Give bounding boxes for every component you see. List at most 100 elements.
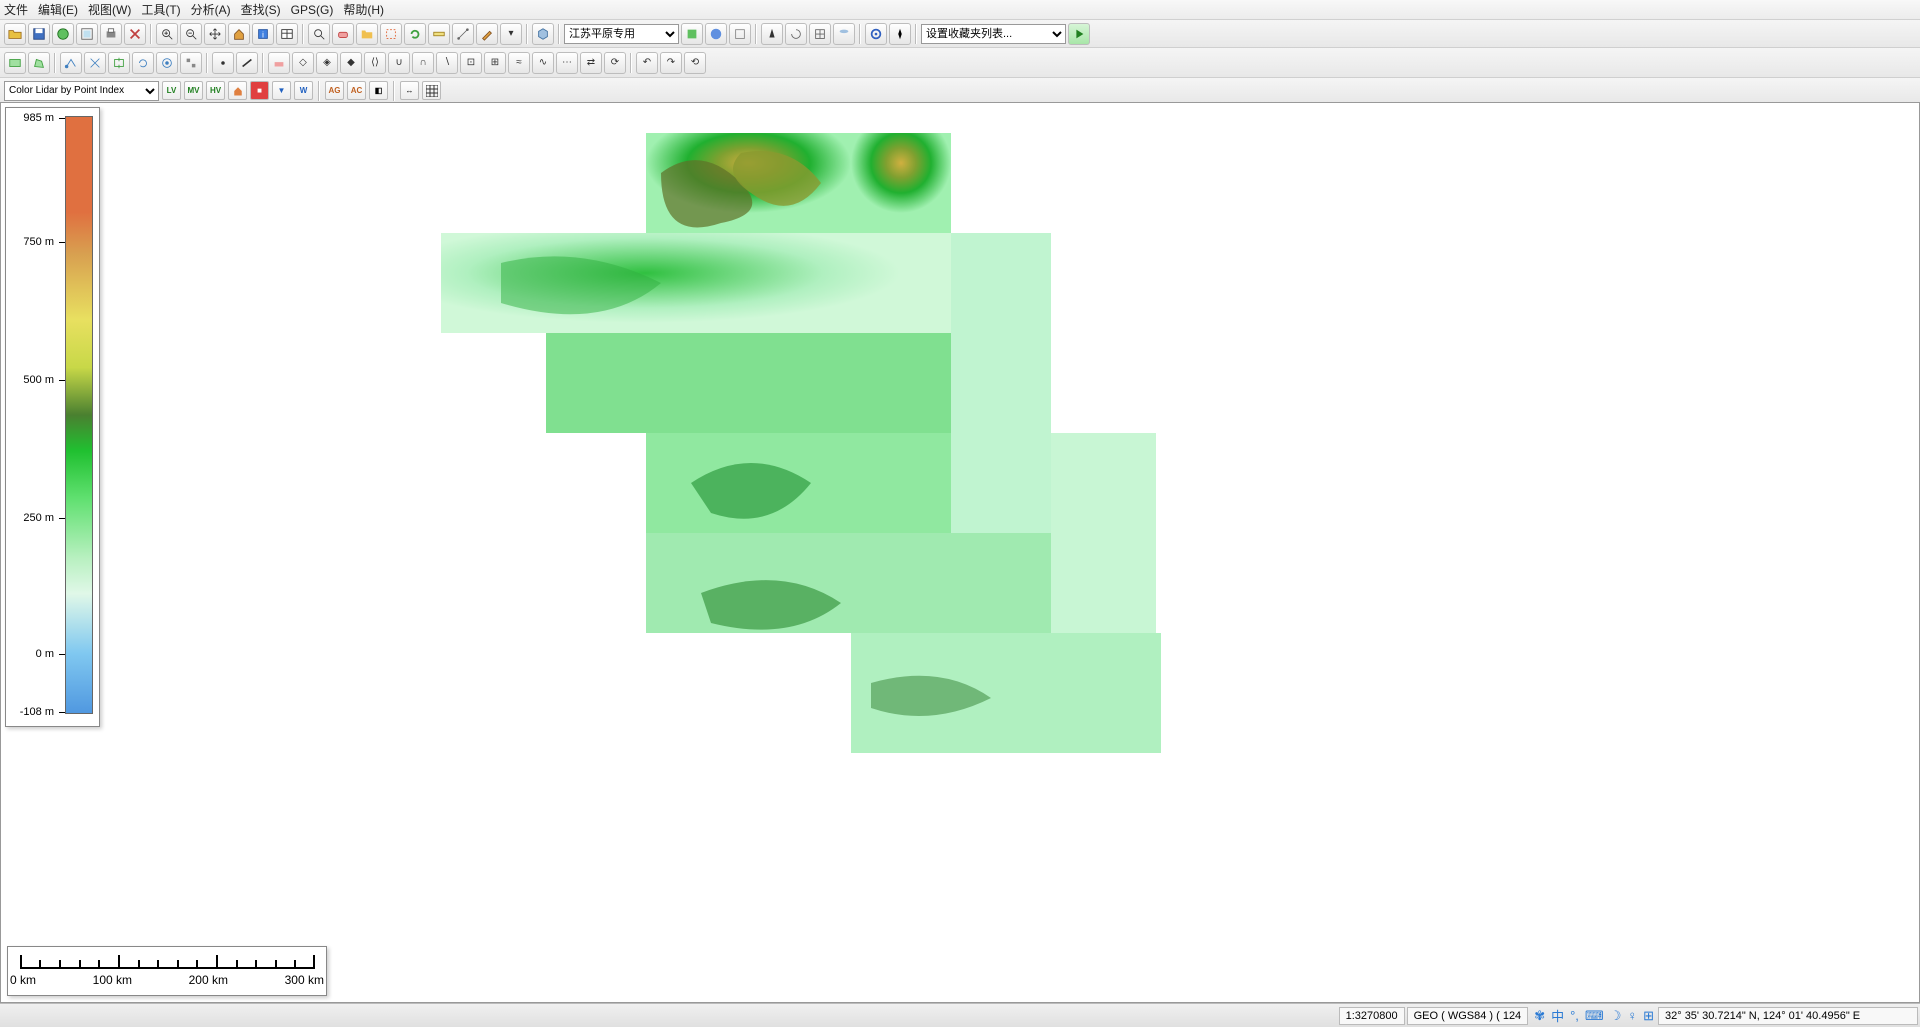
separator xyxy=(755,24,757,44)
layers-button[interactable] xyxy=(76,23,98,45)
separator xyxy=(393,81,395,101)
lidar-filter-button[interactable]: ▼ xyxy=(272,81,291,100)
data-button[interactable] xyxy=(833,23,855,45)
network-button[interactable] xyxy=(729,23,751,45)
ruler-button[interactable] xyxy=(428,23,450,45)
offset-button[interactable]: ⟨⟩ xyxy=(364,52,386,74)
save-button[interactable] xyxy=(28,23,50,45)
w-button[interactable]: W xyxy=(294,81,313,100)
union-button[interactable]: ∪ xyxy=(388,52,410,74)
paw-icon[interactable]: ✾ xyxy=(1534,1008,1545,1024)
cut-button[interactable] xyxy=(124,23,146,45)
refresh-button[interactable] xyxy=(404,23,426,45)
print-button[interactable] xyxy=(100,23,122,45)
ag-button[interactable]: AG xyxy=(325,81,344,100)
map-view[interactable]: 985 m 750 m 500 m 250 m 0 m -108 m xyxy=(0,102,1920,1003)
intersect-button[interactable]: ∩ xyxy=(412,52,434,74)
3d-button[interactable] xyxy=(532,23,554,45)
erase-button[interactable] xyxy=(332,23,354,45)
undo-button[interactable]: ↶ xyxy=(636,52,658,74)
grid-button[interactable] xyxy=(809,23,831,45)
home-button[interactable] xyxy=(228,23,250,45)
north-button[interactable] xyxy=(761,23,783,45)
select-poly-button[interactable] xyxy=(28,52,50,74)
zoom-out-button[interactable] xyxy=(180,23,202,45)
lv-button[interactable]: LV xyxy=(162,81,181,100)
globe-button[interactable] xyxy=(52,23,74,45)
subtract-button[interactable]: ∖ xyxy=(436,52,458,74)
trace1-button[interactable]: ◇ xyxy=(292,52,314,74)
separator xyxy=(262,53,264,73)
buffer-button[interactable] xyxy=(156,52,178,74)
rotate-button[interactable] xyxy=(785,23,807,45)
convert-button[interactable]: ⇄ xyxy=(580,52,602,74)
grid-icon[interactable]: ⊞ xyxy=(1643,1008,1654,1024)
smooth-button[interactable]: ∿ xyxy=(532,52,554,74)
punct-icon[interactable]: °, xyxy=(1570,1008,1579,1023)
revert-button[interactable]: ⟲ xyxy=(684,52,706,74)
trace3-button[interactable]: ◆ xyxy=(340,52,362,74)
compass-button[interactable] xyxy=(889,23,911,45)
measure-button[interactable] xyxy=(452,23,474,45)
dropdown-button[interactable]: ▾ xyxy=(500,23,522,45)
simplify-button[interactable]: ≈ xyxy=(508,52,530,74)
pencil-button[interactable] xyxy=(476,23,498,45)
menu-help[interactable]: 帮助(H) xyxy=(343,1,384,18)
redo-button[interactable]: ↷ xyxy=(660,52,682,74)
legend-label: 0 m xyxy=(10,648,54,660)
select-rect-button[interactable] xyxy=(4,52,26,74)
ac-button[interactable]: AC xyxy=(347,81,366,100)
lidar-expand-button[interactable]: ↔ xyxy=(400,81,419,100)
menu-bar: 文件 编辑(E) 视图(W) 工具(T) 分析(A) 查找(S) GPS(G) … xyxy=(0,0,1920,20)
edit-vertex-button[interactable] xyxy=(60,52,82,74)
moon-icon[interactable]: ☽ xyxy=(1610,1008,1622,1024)
rotate-feat-button[interactable] xyxy=(132,52,154,74)
pan-button[interactable] xyxy=(204,23,226,45)
split-button[interactable] xyxy=(84,52,106,74)
lidar-clip-button[interactable]: ◧ xyxy=(369,81,388,100)
menu-tools[interactable]: 工具(T) xyxy=(141,1,180,18)
menu-view[interactable]: 视图(W) xyxy=(88,1,131,18)
trace2-button[interactable]: ◈ xyxy=(316,52,338,74)
lidar-rec-button[interactable]: ■ xyxy=(250,81,269,100)
play-button[interactable] xyxy=(1068,23,1090,45)
reshape-button[interactable]: ⟳ xyxy=(604,52,626,74)
scale-label: 100 km xyxy=(93,973,132,987)
menu-analysis[interactable]: 分析(A) xyxy=(191,1,231,18)
keyboard-icon[interactable]: ⌨ xyxy=(1585,1008,1604,1024)
scale-label: 0 km xyxy=(10,973,36,987)
zoom-tool-button[interactable] xyxy=(308,23,330,45)
table-button[interactable] xyxy=(276,23,298,45)
menu-search[interactable]: 查找(S) xyxy=(241,1,281,18)
target-button[interactable] xyxy=(865,23,887,45)
move-button[interactable] xyxy=(108,52,130,74)
densify-button[interactable]: ⋯ xyxy=(556,52,578,74)
info-button[interactable]: i xyxy=(252,23,274,45)
zoom-in-button[interactable] xyxy=(156,23,178,45)
legend-label: 250 m xyxy=(10,512,54,524)
lidar-home-button[interactable] xyxy=(228,81,247,100)
user-icon[interactable]: ♀ xyxy=(1627,1008,1637,1023)
mv-button[interactable]: MV xyxy=(184,81,203,100)
merge-button[interactable]: ⊞ xyxy=(484,52,506,74)
eraser-button[interactable] xyxy=(268,52,290,74)
folder-button[interactable] xyxy=(356,23,378,45)
lidar-mode-combo[interactable]: Color Lidar by Point Index xyxy=(4,81,159,101)
ime-icon[interactable]: 中 xyxy=(1551,1006,1564,1025)
menu-gps[interactable]: GPS(G) xyxy=(291,3,334,17)
apply-config-button[interactable] xyxy=(681,23,703,45)
config-combo[interactable]: 江苏平原专用 xyxy=(564,24,679,44)
clip2-button[interactable]: ⊡ xyxy=(460,52,482,74)
lidar-grid-button[interactable] xyxy=(422,81,441,100)
earth3d-button[interactable] xyxy=(705,23,727,45)
draw-line-button[interactable] xyxy=(236,52,258,74)
favorites-combo[interactable]: 设置收藏夹列表... xyxy=(921,24,1066,44)
clip-button[interactable] xyxy=(380,23,402,45)
menu-edit[interactable]: 编辑(E) xyxy=(38,1,78,18)
open-button[interactable] xyxy=(4,23,26,45)
terrain-layer xyxy=(441,133,1161,753)
snap-button[interactable] xyxy=(180,52,202,74)
menu-file[interactable]: 文件 xyxy=(4,1,28,18)
hv-button[interactable]: HV xyxy=(206,81,225,100)
draw-point-button[interactable] xyxy=(212,52,234,74)
